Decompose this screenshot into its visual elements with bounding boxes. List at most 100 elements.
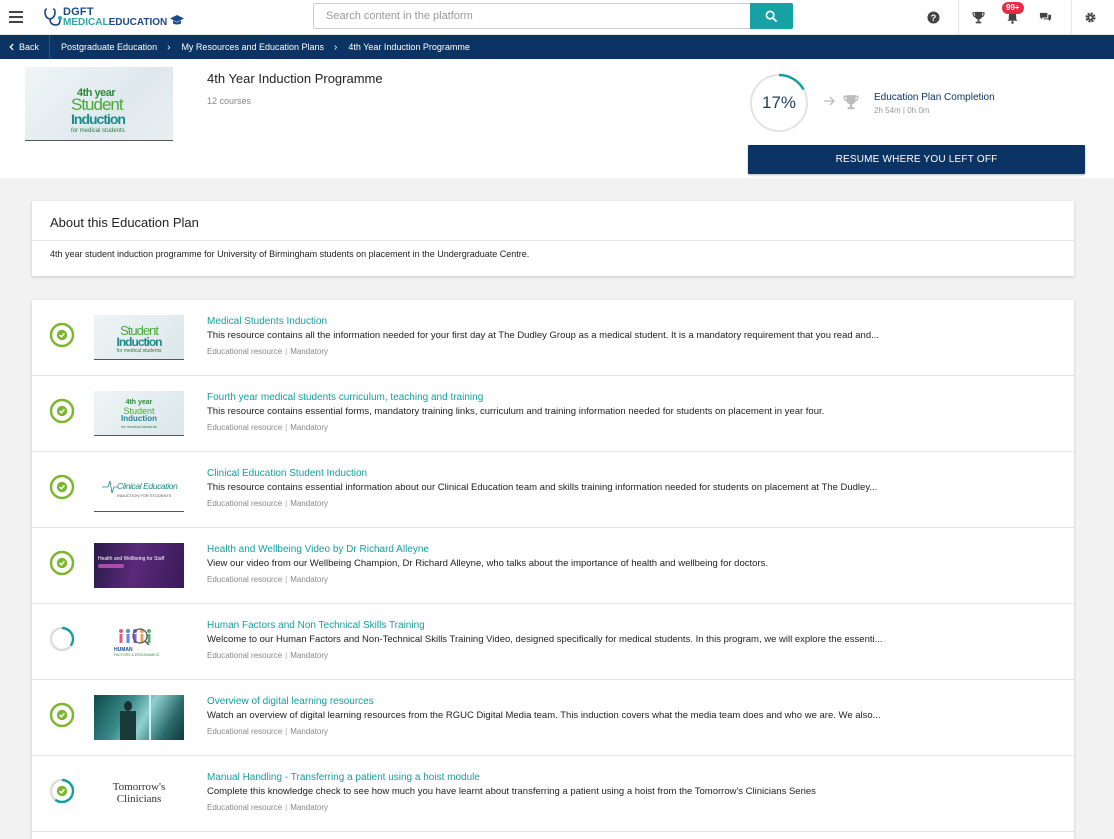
course-row[interactable]: Tomorrow's Clinicians Manual Handling - … xyxy=(32,756,1074,832)
divider xyxy=(32,240,1074,241)
menu-icon[interactable] xyxy=(9,11,23,23)
course-meta: Educational resource | Mandatory xyxy=(207,423,329,432)
course-meta: Educational resource | Mandatory xyxy=(207,575,329,584)
course-row[interactable]: 4th year Student Induction for medical s… xyxy=(32,376,1074,452)
course-count: 12 courses xyxy=(207,96,252,106)
course-tag: Mandatory xyxy=(290,727,329,736)
thumbnail-line2: INDUCTION FOR STUDENTS xyxy=(117,493,172,498)
back-button[interactable]: Back xyxy=(0,35,51,59)
course-title[interactable]: Overview of digital learning resources xyxy=(207,696,374,707)
stethoscope-icon xyxy=(44,8,62,26)
course-description: This resource contains all the informati… xyxy=(207,330,880,341)
course-thumbnail: Tomorrow's Clinicians xyxy=(94,771,184,816)
course-title[interactable]: Clinical Education Student Induction xyxy=(207,468,367,479)
course-tag: Mandatory xyxy=(290,575,329,584)
course-type: Educational resource xyxy=(207,347,283,356)
logo-subtitle-1: MEDICAL xyxy=(63,16,109,28)
completed-check-icon xyxy=(49,322,75,348)
course-thumbnail: Student Induction for medical students xyxy=(94,315,184,360)
page-title: 4th Year Induction Programme xyxy=(207,71,383,86)
course-title[interactable]: Fourth year medical students curriculum,… xyxy=(207,392,483,403)
search-icon xyxy=(765,10,778,22)
plan-header: 4th year Student Induction for medical s… xyxy=(0,59,1114,178)
course-meta: Educational resource | Mandatory xyxy=(207,651,329,660)
chat-icon[interactable] xyxy=(1036,8,1054,26)
trophy-icon[interactable] xyxy=(969,8,987,26)
course-title[interactable]: Manual Handling - Transferring a patient… xyxy=(207,772,480,783)
in-progress-icon xyxy=(49,626,75,652)
breadcrumb-item-postgraduate[interactable]: Postgraduate Education xyxy=(50,42,157,52)
course-thumbnail: HUMAN FACTORS & ERGONOMICS xyxy=(94,619,184,664)
thumbnail-line1: Tomorrow's xyxy=(112,781,166,793)
help-icon[interactable]: ? xyxy=(924,8,942,26)
people-icon xyxy=(119,628,151,646)
course-type: Educational resource xyxy=(207,803,283,812)
resume-button[interactable]: RESUME WHERE YOU LEFT OFF xyxy=(748,145,1085,174)
completion-time: 2h 54m | 0h 0m xyxy=(874,106,930,115)
course-meta: Educational resource | Mandatory xyxy=(207,803,329,812)
thumbnail-line1: Clinical Education xyxy=(117,481,178,491)
course-type: Educational resource xyxy=(207,423,283,432)
notification-badge: 99+ xyxy=(1002,2,1024,14)
course-type: Educational resource xyxy=(207,651,283,660)
logo-subtitle-2: EDUCATION xyxy=(108,16,168,28)
course-row[interactable]: Student Induction for medical students M… xyxy=(32,300,1074,376)
course-description: Welcome to our Human Factors and Non-Tec… xyxy=(207,634,883,645)
search-button[interactable] xyxy=(750,3,793,29)
chevron-left-icon xyxy=(9,43,14,51)
course-row[interactable]: Clinical Education INDUCTION FOR STUDENT… xyxy=(32,452,1074,528)
about-text: 4th year student induction programme for… xyxy=(50,249,530,259)
completed-check-icon xyxy=(49,550,75,576)
course-title[interactable]: Human Factors and Non Technical Skills T… xyxy=(207,620,425,631)
thumbnail-line1: 4th year xyxy=(125,399,153,406)
trophy-icon xyxy=(843,95,859,110)
thumbnail-line2: Induction xyxy=(116,335,163,349)
settings-icon[interactable] xyxy=(1081,8,1099,26)
course-row[interactable]: HUMAN FACTORS & ERGONOMICS Human Factors… xyxy=(32,604,1074,680)
search-input[interactable] xyxy=(314,4,751,28)
thumbnail-line1: Health and Wellbeing for Staff xyxy=(98,556,165,562)
course-tag: Mandatory xyxy=(290,347,329,356)
breadcrumb-item-resources[interactable]: My Resources and Education Plans xyxy=(170,42,324,52)
thumbnail-line2: Clinicians xyxy=(116,793,162,805)
course-description: This resource contains essential forms, … xyxy=(207,406,825,417)
top-bar: DGFT MEDICALEDUCATION ? 99+ xyxy=(0,0,1114,35)
course-thumbnail: 4th year Student Induction for medical s… xyxy=(94,391,184,436)
search-box xyxy=(313,3,793,29)
in-progress-icon xyxy=(49,778,75,804)
about-heading: About this Education Plan xyxy=(50,215,199,230)
course-tag: Mandatory xyxy=(290,499,329,508)
course-title[interactable]: Health and Wellbeing Video by Dr Richard… xyxy=(207,544,429,555)
course-thumbnail xyxy=(94,695,184,740)
course-list: Student Induction for medical students M… xyxy=(32,300,1074,839)
course-description: View our video from our Wellbeing Champi… xyxy=(207,558,768,569)
thumbnail-line4: for medical students xyxy=(121,424,157,429)
plan-image: 4th year Student Induction for medical s… xyxy=(25,67,173,141)
completed-check-icon xyxy=(49,474,75,500)
course-type: Educational resource xyxy=(207,499,283,508)
plan-image-line3: Induction xyxy=(71,111,126,127)
breadcrumb: Back Postgraduate Education › My Resourc… xyxy=(0,35,1114,59)
course-tag: Mandatory xyxy=(290,423,329,432)
back-label: Back xyxy=(19,42,40,52)
course-tag: Mandatory xyxy=(290,803,329,812)
course-meta: Educational resource | Mandatory xyxy=(207,499,329,508)
progress-percent: 17% xyxy=(761,93,797,112)
course-row[interactable]: Overview of digital learning resources W… xyxy=(32,680,1074,756)
graduation-cap-icon xyxy=(170,15,185,25)
about-card: About this Education Plan 4th year stude… xyxy=(32,201,1074,276)
course-meta: Educational resource | Mandatory xyxy=(207,727,329,736)
course-thumbnail: Health and Wellbeing for Staff xyxy=(94,543,184,588)
course-meta: Educational resource | Mandatory xyxy=(207,347,329,356)
course-row[interactable]: Health and Wellbeing for Staff Health an… xyxy=(32,528,1074,604)
svg-text:?: ? xyxy=(930,12,936,22)
arrow-right-icon xyxy=(824,96,835,106)
completion-title: Education Plan Completion xyxy=(874,92,995,103)
course-description: Watch an overview of digital learning re… xyxy=(207,710,881,721)
course-type: Educational resource xyxy=(207,727,283,736)
course-description: This resource contains essential informa… xyxy=(207,482,878,493)
course-title[interactable]: Medical Students Induction xyxy=(207,316,327,327)
course-tag: Mandatory xyxy=(290,651,329,660)
logo[interactable]: DGFT MEDICALEDUCATION xyxy=(44,4,185,30)
thumbnail-line3: for medical students xyxy=(116,348,162,354)
